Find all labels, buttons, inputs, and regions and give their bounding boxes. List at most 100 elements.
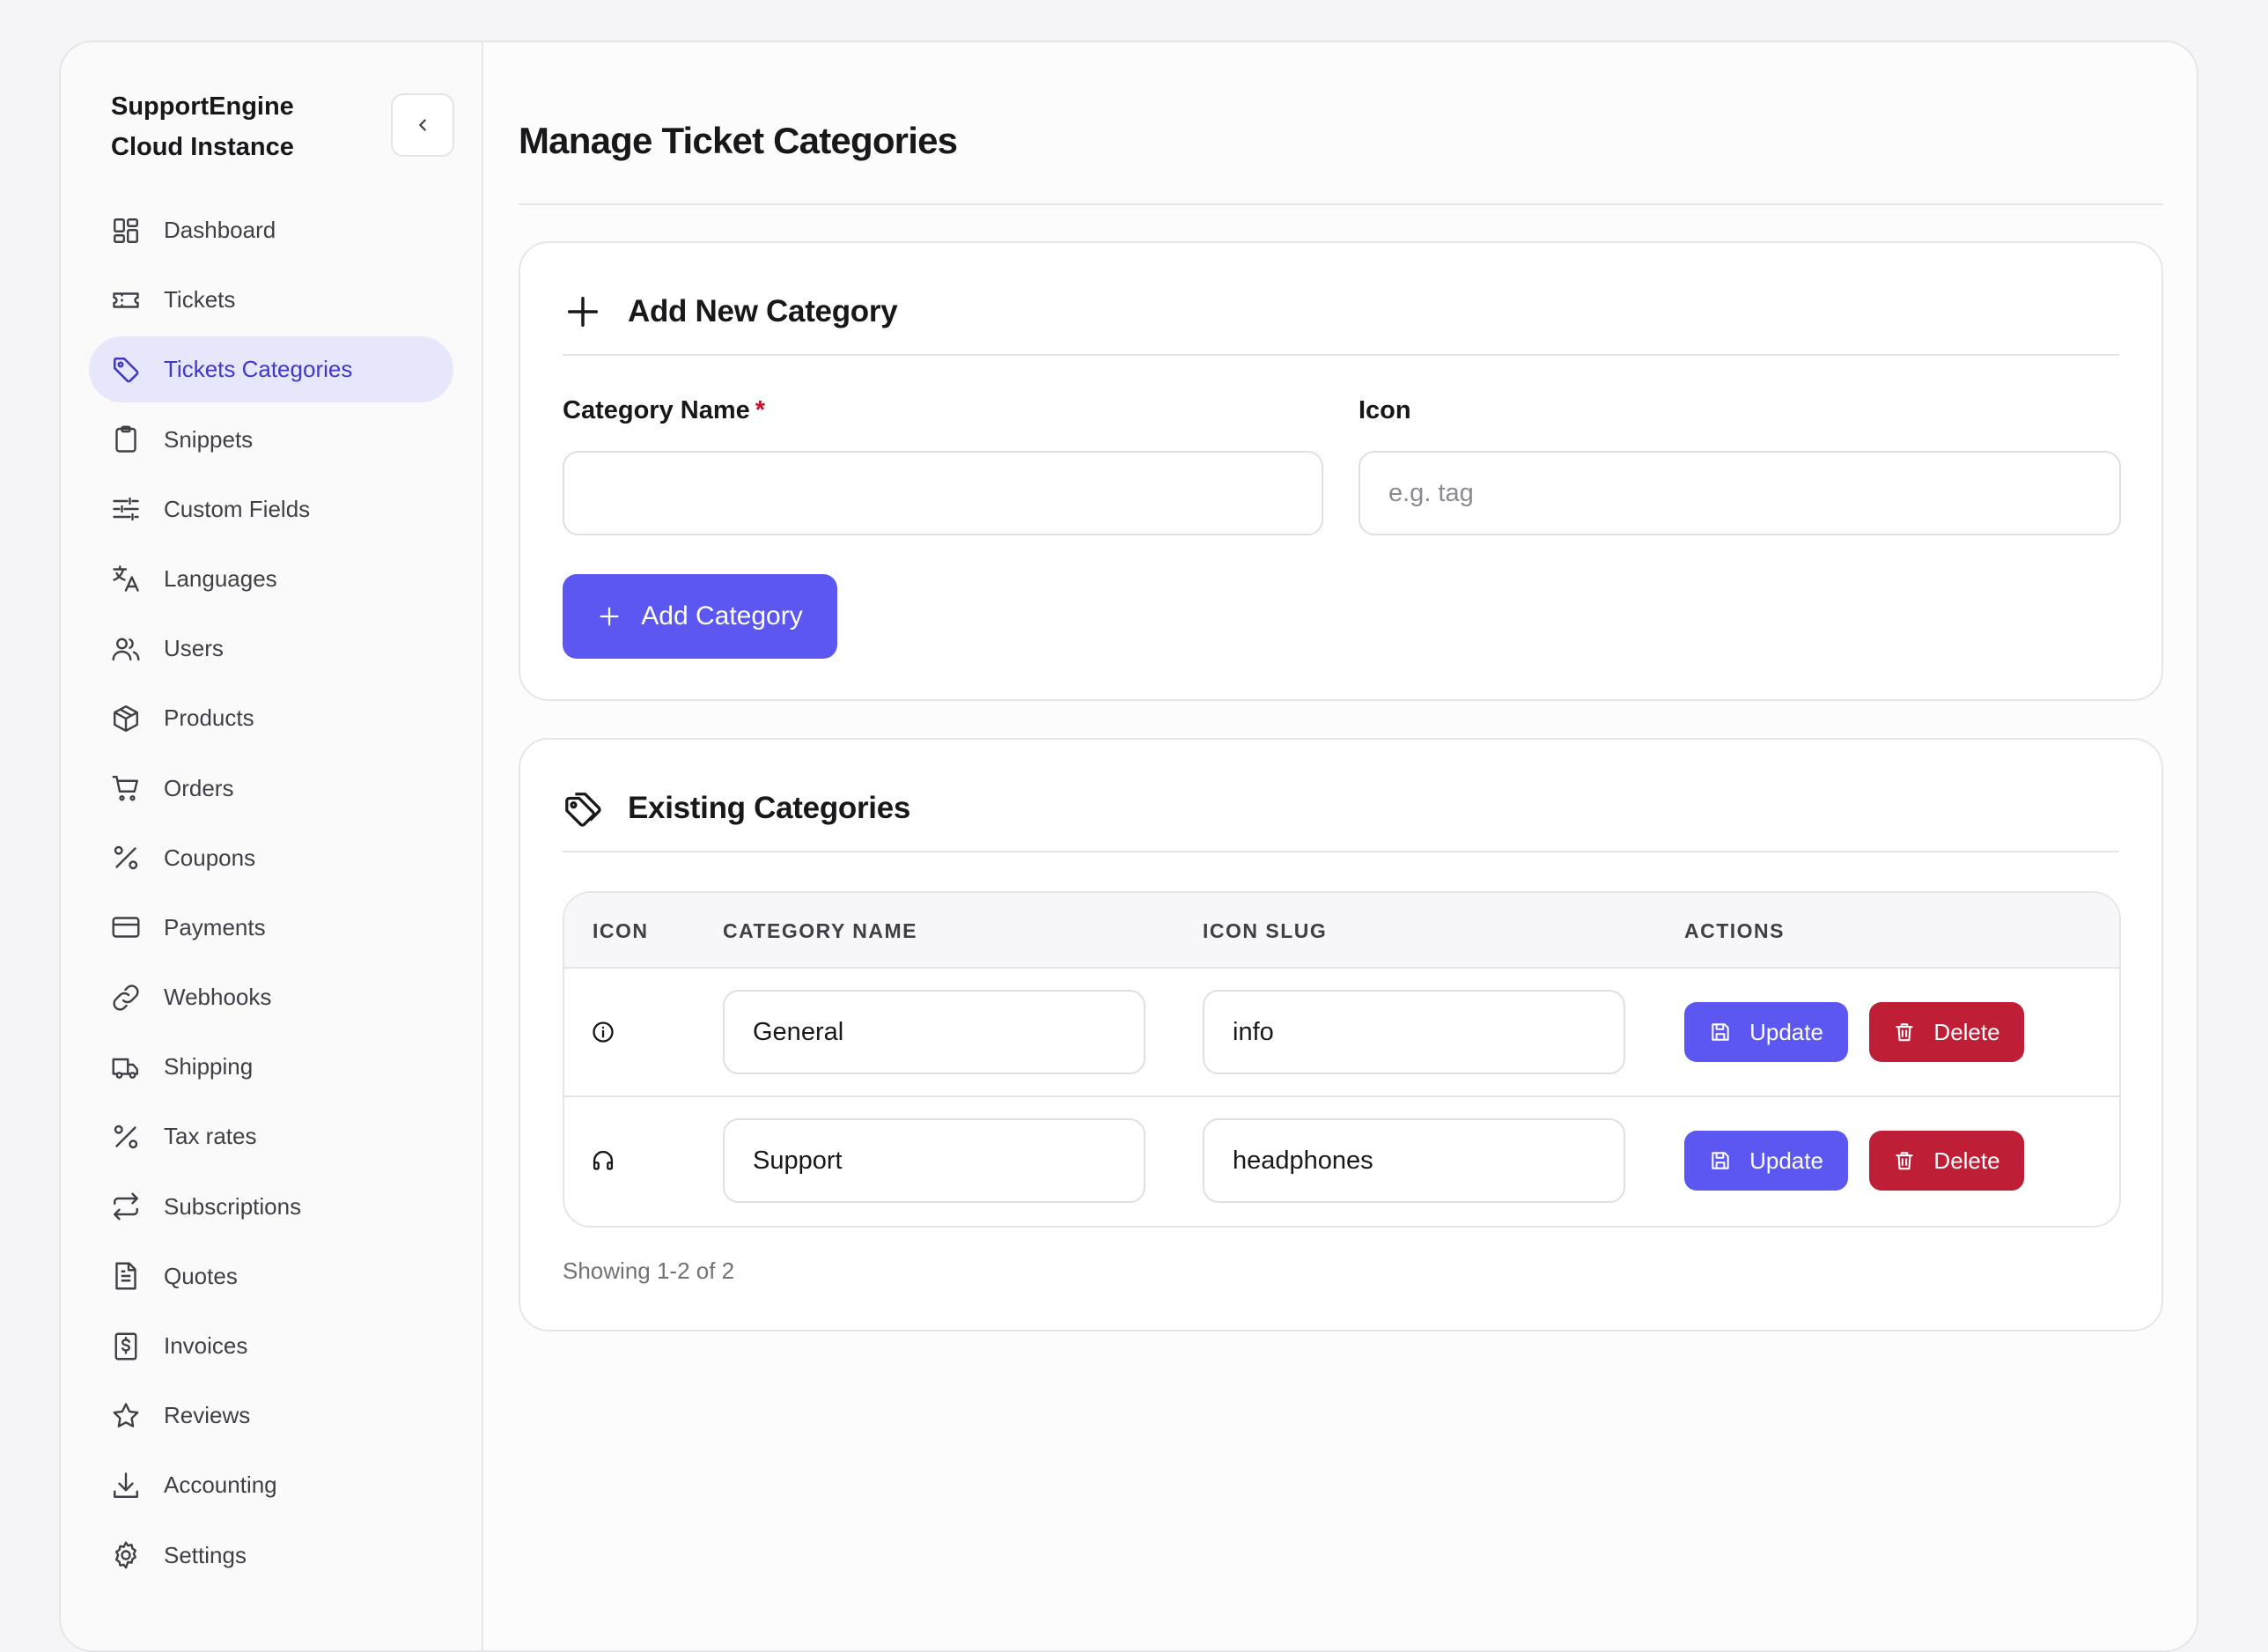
sidebar-item-tax-rates[interactable]: Tax rates — [89, 1103, 453, 1169]
page-title: Manage Ticket Categories — [519, 120, 958, 161]
sidebar-item-label: Subscriptions — [164, 1192, 302, 1220]
save-icon — [1712, 1023, 1729, 1041]
file-text-icon — [115, 1262, 136, 1290]
collapse-sidebar-button[interactable] — [391, 93, 454, 157]
percent-icon — [114, 1125, 138, 1149]
cart-icon — [112, 776, 138, 801]
column-header-icon-slug: ICON SLUG — [1203, 919, 1328, 942]
save-icon — [1712, 1152, 1729, 1169]
category-name-input[interactable] — [563, 451, 1323, 535]
delete-button-label: Delete — [1933, 1018, 2000, 1045]
sidebar-item-tickets-categories[interactable]: Tickets Categories — [89, 336, 453, 403]
repeat-icon — [114, 1192, 138, 1221]
delete-button-label: Delete — [1933, 1147, 2000, 1174]
sidebar-item-label: Coupons — [164, 844, 256, 871]
update-button[interactable]: Update — [1684, 1131, 1848, 1191]
sidebar-item-label: Dashboard — [164, 217, 276, 243]
headphones-icon — [593, 1150, 614, 1170]
sidebar-item-label: Languages — [164, 564, 277, 592]
add-category-card: Add New Category Category Name* Icon Add… — [519, 241, 2163, 701]
icon-slug-field[interactable] — [1203, 990, 1625, 1074]
card-header: Existing Categories — [563, 782, 910, 835]
category-name-field[interactable] — [723, 990, 1145, 1074]
category-name-label-text: Category Name — [563, 396, 750, 424]
sidebar-item-dashboard[interactable]: Dashboard — [89, 197, 453, 263]
sidebar-item-snippets[interactable]: Snippets — [89, 407, 453, 473]
users-icon — [112, 638, 140, 660]
receipt-dollar-icon — [114, 1332, 137, 1360]
sidebar-item-orders[interactable]: Orders — [89, 756, 453, 822]
link-icon — [113, 985, 139, 1011]
sidebar-item-reviews[interactable]: Reviews — [89, 1383, 453, 1449]
package-icon — [114, 704, 138, 732]
sidebar-item-label: Reviews — [164, 1402, 251, 1429]
delete-button[interactable]: Delete — [1869, 1002, 2024, 1062]
sidebar-item-label: Settings — [164, 1541, 247, 1568]
chevron-left-icon — [419, 119, 426, 131]
category-name-label: Category Name * — [563, 396, 765, 425]
download-icon — [114, 1472, 138, 1498]
sidebar-item-settings[interactable]: Settings — [89, 1523, 453, 1589]
update-button[interactable]: Update — [1684, 1002, 1848, 1062]
required-mark: * — [755, 396, 766, 424]
sidebar-item-subscriptions[interactable]: Subscriptions — [89, 1174, 453, 1240]
percent-icon — [114, 845, 138, 870]
add-category-button[interactable]: Add Category — [563, 574, 837, 659]
sidebar-item-payments[interactable]: Payments — [89, 895, 453, 961]
column-header-category-name: CATEGORY NAME — [723, 919, 917, 942]
sidebar-item-label: Custom Fields — [164, 495, 311, 522]
existing-categories-card: Existing Categories ICON CATEGORY NAME I… — [519, 738, 2163, 1331]
trash-icon — [1896, 1152, 1914, 1170]
divider — [563, 354, 2119, 356]
app-window: SupportEngine Cloud Instance Dashboard T… — [59, 41, 2198, 1652]
tag-icon — [113, 357, 139, 383]
sidebar-item-label: Shipping — [164, 1053, 254, 1080]
sidebar-item-label: Quotes — [164, 1262, 238, 1289]
delete-button[interactable]: Delete — [1869, 1131, 2024, 1191]
sidebar-item-webhooks[interactable]: Webhooks — [89, 964, 453, 1030]
sidebar-item-label: Invoices — [164, 1332, 248, 1359]
sidebar-item-label: Tickets Categories — [164, 356, 353, 383]
sidebar-item-label: Accounting — [164, 1471, 277, 1499]
divider — [519, 203, 2163, 205]
sidebar-item-invoices[interactable]: Invoices — [89, 1313, 453, 1379]
table-header: ICON CATEGORY NAME ICON SLUG ACTIONS — [564, 893, 2119, 969]
sidebar-item-custom-fields[interactable]: Custom Fields — [89, 476, 453, 542]
clipboard-icon — [115, 425, 136, 453]
sidebar-item-languages[interactable]: Languages — [89, 546, 453, 612]
sidebar-item-shipping[interactable]: Shipping — [89, 1034, 453, 1100]
sidebar-item-tickets[interactable]: Tickets — [89, 267, 453, 333]
sidebar-item-products[interactable]: Products — [89, 685, 453, 751]
star-icon — [113, 1402, 139, 1427]
icon-slug-field[interactable] — [1203, 1118, 1625, 1203]
tag-icon — [565, 793, 601, 827]
plus-icon — [600, 607, 619, 626]
table-row: Update Delete — [564, 1097, 2119, 1226]
table-row: Update Delete — [564, 969, 2119, 1097]
card-title: Existing Categories — [628, 791, 911, 825]
plus-icon — [567, 296, 599, 328]
icon-label: Icon — [1359, 396, 1411, 424]
sidebar-item-label: Tickets — [164, 286, 236, 313]
sidebar-item-users[interactable]: Users — [89, 616, 453, 682]
update-button-label: Update — [1749, 1018, 1823, 1045]
sidebar-item-coupons[interactable]: Coupons — [89, 825, 453, 891]
dashboard-icon — [114, 218, 138, 243]
sidebar-item-label: Users — [164, 635, 224, 662]
sidebar-item-accounting[interactable]: Accounting — [89, 1452, 453, 1518]
sliders-icon — [113, 498, 139, 521]
sidebar-item-label: Webhooks — [164, 984, 272, 1011]
sidebar-nav: Dashboard Tickets Tickets Categories Sni… — [89, 197, 453, 1592]
credit-card-icon — [112, 917, 140, 939]
translate-icon — [113, 565, 139, 593]
gear-icon — [115, 1541, 136, 1569]
card-title: Add New Category — [628, 294, 898, 328]
add-category-button-label: Add Category — [641, 601, 803, 631]
icon-input[interactable] — [1359, 451, 2121, 535]
main-content: Manage Ticket Categories Add New Categor… — [483, 42, 2197, 1650]
sidebar-item-quotes[interactable]: Quotes — [89, 1243, 453, 1309]
category-name-field[interactable] — [723, 1118, 1145, 1203]
column-header-icon: ICON — [593, 919, 649, 942]
sidebar: SupportEngine Cloud Instance Dashboard T… — [61, 42, 483, 1650]
sidebar-item-label: Snippets — [164, 425, 254, 453]
